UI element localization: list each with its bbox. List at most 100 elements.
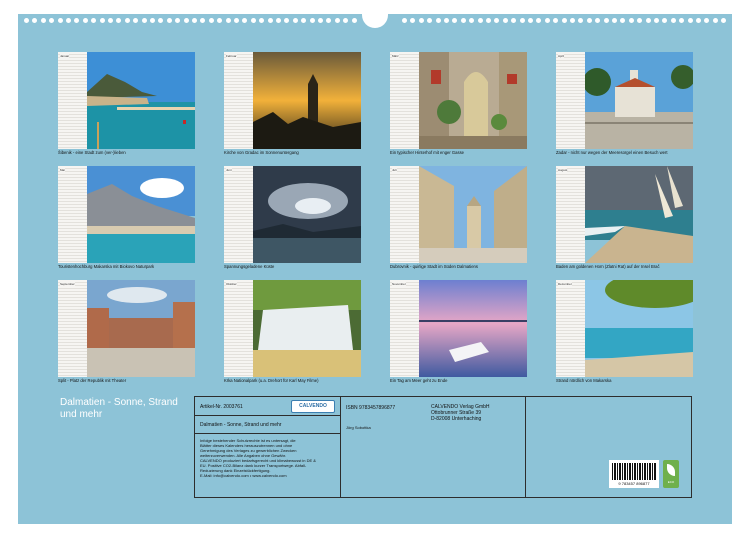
month-caption: Krka Nationalpark (u.a. Drehort für Karl… <box>224 378 319 383</box>
binding-hole <box>645 18 651 23</box>
binding-hole <box>402 18 407 23</box>
binding-hole <box>460 18 466 23</box>
binding-hole <box>108 18 113 23</box>
article-number: Artikel-Nr. 2003761 <box>200 404 243 410</box>
binding-hole <box>586 18 592 23</box>
month-preview-may: Mai Touristenhochburg Makarska mit Bioko… <box>58 166 195 269</box>
barcode-number: 9 783457 896877 <box>618 481 650 486</box>
binding-hole <box>477 18 483 23</box>
leaf-icon <box>667 464 675 476</box>
binding-hole <box>250 18 256 23</box>
binding-hole <box>486 18 491 23</box>
binding-hole <box>292 18 298 23</box>
barcode-bars <box>612 463 656 480</box>
binding-hole <box>679 18 685 23</box>
eco-label-text: ECO <box>667 480 675 484</box>
binding-hole <box>166 18 172 23</box>
month-preview-september: September Split - Platz der Republik mit… <box>58 280 195 383</box>
month-name: Januar <box>60 54 70 58</box>
calendar-page: Oktober <box>224 280 253 377</box>
binding-hole <box>124 18 130 23</box>
calendar-title: Dalmatien - Sonne, Strand und mehr <box>60 397 178 420</box>
month-name: Oktober <box>226 282 237 286</box>
binding-hole <box>242 18 248 23</box>
binding-hole <box>326 18 332 23</box>
month-caption: Ein typischer Hinterhof mit enger Gasse <box>390 150 465 155</box>
month-name: November <box>392 282 406 286</box>
binding-hole <box>158 18 164 23</box>
binding-hole <box>570 18 575 23</box>
month-name: Dezember <box>558 282 572 286</box>
binding-hole <box>511 18 517 23</box>
binding-hole <box>175 18 181 23</box>
binding-hole <box>410 18 416 23</box>
binding-hole <box>687 18 693 23</box>
binding-hole <box>133 18 139 23</box>
binding-hole <box>49 18 55 23</box>
binding-hole <box>57 18 63 23</box>
month-name: Juni <box>226 168 232 172</box>
month-name: März <box>392 54 399 58</box>
binding-hole <box>301 18 307 23</box>
photo-beach-pine <box>585 280 693 377</box>
binding-hole <box>259 18 265 23</box>
binding-hole <box>309 18 315 23</box>
binding-hole <box>444 18 449 23</box>
binding-hole <box>544 18 550 23</box>
calendar-subtitle: Dalmatien - Sonne, Strand und mehr <box>200 422 282 428</box>
binding-hole <box>99 18 105 23</box>
binding-hole <box>696 18 701 23</box>
binding-hole <box>704 18 710 23</box>
photo-zadar <box>585 52 693 149</box>
binding-hole <box>208 18 214 23</box>
month-name: August <box>558 168 568 172</box>
month-preview-june: Juni Spannungsgeladene Küste <box>224 166 361 269</box>
calendar-page: November <box>390 280 419 377</box>
calendar-page: Januar <box>58 52 87 149</box>
barcode: 9 783457 896877 <box>609 460 659 488</box>
calendar-page: Mai <box>58 166 87 263</box>
binding-hole <box>553 18 559 23</box>
photo-split-square <box>87 280 195 377</box>
month-preview-october: Oktober Krka Nationalpark (u.a. Drehort … <box>224 280 361 383</box>
binding-hole <box>612 18 617 23</box>
photo-zlatni-rat <box>585 166 693 263</box>
binding-hole <box>183 18 189 23</box>
binding-hole <box>595 18 601 23</box>
month-preview-january: Januar Šibenik - eine Stadt zum (ver-)li… <box>58 52 195 155</box>
binding-hole <box>66 18 71 23</box>
month-caption: Split - Platz der Republik mit Theater <box>58 378 127 383</box>
month-preview-november: November Ein Tag am Meer geht zu Ende <box>390 280 527 383</box>
month-preview-july: Juli Dubrovnik - quirlige Stadt im Süden… <box>390 166 527 269</box>
binding-hole <box>217 18 223 23</box>
binding-hole <box>276 18 281 23</box>
binding-hole <box>536 18 542 23</box>
calendar-page: Februar <box>224 52 253 149</box>
month-caption: Strand nördlich von Makarska <box>556 378 612 383</box>
binding-hole <box>435 18 441 23</box>
month-name: September <box>60 282 75 286</box>
photo-dubrovnik <box>419 166 527 263</box>
publisher-info-box: Artikel-Nr. 2003761 CALVENDO Dalmatien -… <box>194 396 692 498</box>
photo-sibenik <box>87 52 195 149</box>
binding-hole <box>24 18 29 23</box>
calendar-page: September <box>58 280 87 377</box>
binding-hole <box>82 18 88 23</box>
binding-hole <box>116 18 122 23</box>
binding-hole <box>318 18 323 23</box>
calvendo-logo: CALVENDO <box>291 400 335 413</box>
calendar-page: März <box>390 52 419 149</box>
legal-line: E-Mail: info@calvendo.com • www.calvendo… <box>200 473 287 478</box>
calendar-page: Juli <box>390 166 419 263</box>
month-name: Juli <box>392 168 397 172</box>
binding-hole <box>561 18 567 23</box>
binding-hole <box>620 18 626 23</box>
binding-hole <box>334 18 340 23</box>
binding-hole <box>502 18 508 23</box>
photo-makarska <box>87 166 195 263</box>
binding-hole <box>670 18 676 23</box>
calendar-page: Juni <box>224 166 253 263</box>
binding-hole <box>637 18 643 23</box>
binding-hole <box>74 18 80 23</box>
binding-hole <box>267 18 273 23</box>
